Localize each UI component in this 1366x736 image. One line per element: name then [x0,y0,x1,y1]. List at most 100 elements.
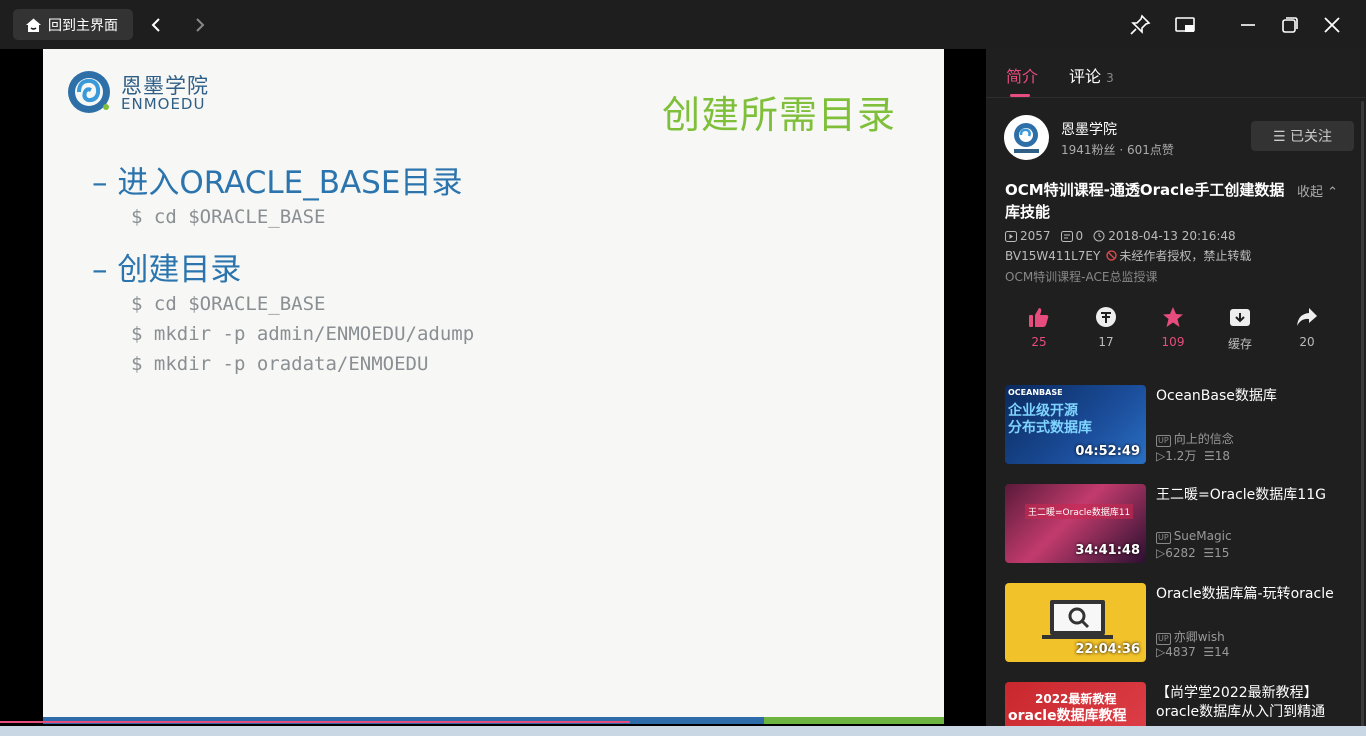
pin-icon [1130,14,1151,35]
rec-stats: ▷4837 ☰14 [1156,645,1230,659]
rec-danmaku: 14 [1214,645,1230,659]
danmaku-icon [1060,230,1073,242]
laptop-search-icon [1042,600,1113,639]
video-series[interactable]: OCM特训课程-ACE总监授课 [1005,268,1157,285]
video-thumbnail: OCEANBASE 企业级开源 分布式数据库 04:52:49 [1005,385,1146,464]
copyright-notice: 未经作者授权，禁止转载 [1106,247,1251,264]
download-icon [1230,309,1250,326]
duration: 22:04:36 [1075,642,1140,657]
thumb-brand: OCEANBASE [1008,388,1063,397]
home-icon [26,18,41,32]
like-count: 25 [1031,335,1047,349]
rec-title: Oracle数据库篇-玩转oracle [1156,586,1334,602]
date-stat: 2018-04-13 20:16:48 [1093,229,1236,243]
like-button[interactable]: 25 [1014,303,1064,349]
tab-comments-label: 评论 [1069,67,1102,86]
video-title: OCM特训课程-通透Oracle手工创建数据库技能 [1005,181,1285,221]
video-meta: 2057 0 2018-04-13 20:16:48 [1005,229,1246,243]
slide-code-line: $ cd $ORACLE_BASE [131,206,326,228]
collapse-label: 收起 [1297,185,1324,200]
video-meta-2: BV15W411L7EY 未经作者授权，禁止转载 [1005,247,1261,264]
play-count-icon [1005,230,1017,242]
views-count: 2057 [1020,229,1051,243]
slide-footer-bar [764,717,944,724]
app-window: 回到主界面 恩墨学院 ENMOEDU 创建所需目录 – 进入ORACLE_BAS… [0,0,1366,736]
minimize-button[interactable] [1235,12,1261,38]
info-panel: 简介 评论 3 恩墨学院 1941粉丝 · 601点赞 ☰ 已关注 OCM特训课… [986,49,1366,736]
rec-title: 王二暖=Oracle数据库11G [1156,487,1326,503]
logo-text-en: ENMOEDU [121,95,206,113]
rec-uploader: UP 亦卿wish [1156,628,1225,645]
back-button[interactable] [143,12,169,38]
enmoedu-logo: 恩墨学院 ENMOEDU [66,67,216,117]
rec-stats: ▷1.2万 ☰18 [1156,449,1230,463]
coin-button[interactable]: 17 [1081,303,1131,349]
copyright-text: 未经作者授权，禁止转载 [1119,249,1252,263]
maximize-button[interactable] [1277,12,1303,38]
tab-intro[interactable]: 简介 [1006,63,1038,87]
star-icon [1163,307,1183,327]
slide: 恩墨学院 ENMOEDU 创建所需目录 – 进入ORACLE_BASE目录 $ … [43,49,944,719]
uploader-name[interactable]: 恩墨学院 [1061,119,1117,139]
tab-comments[interactable]: 评论 3 [1069,63,1114,87]
rec-views: 4837 [1165,645,1196,659]
close-icon [1324,17,1340,33]
share-icon [1297,308,1317,326]
chevron-up-icon: ⌃ [1327,185,1339,200]
publish-date: 2018-04-13 20:16:48 [1108,229,1236,243]
forbidden-icon [1106,250,1117,261]
list-item[interactable]: 22:04:36 Oracle数据库篇-玩转oracle UP 亦卿wish ▷4… [1005,583,1355,663]
rec-uploader-name: 向上的信念 [1173,432,1234,446]
duration: 34:41:48 [1075,543,1140,558]
thumbs-up-icon [1029,308,1049,327]
list-item[interactable]: OCEANBASE 企业级开源 分布式数据库 04:52:49 OceanBas… [1005,385,1355,465]
avatar[interactable] [1004,115,1049,160]
rec-uploader-name: SueMagic [1173,529,1232,543]
divider [986,97,1366,98]
slide-bullet: – 创建目录 [92,252,242,288]
duration: 04:52:49 [1075,444,1140,459]
pin-button[interactable] [1127,12,1153,38]
scrollbar[interactable] [1361,101,1364,731]
slide-code-line: $ mkdir -p oradata/ENMOEDU [131,353,429,375]
progress-bar[interactable] [0,721,630,723]
thumb-text-2: oracle数据库教程 [1008,708,1127,724]
rec-stats: ▷6282 ☰15 [1156,546,1230,560]
danmaku-stat: 0 [1060,229,1083,243]
chevron-left-icon [151,18,160,32]
rec-uploader: UP 向上的信念 [1156,430,1234,447]
share-button[interactable]: 20 [1282,303,1332,349]
rec-danmaku: 18 [1214,449,1230,463]
restore-icon [1282,17,1298,33]
video-thumbnail: 王二暖=Oracle数据库11 34:41:48 [1005,484,1146,563]
slide-code-line: $ mkdir -p admin/ENMOEDU/adump [131,323,475,345]
favorite-button[interactable]: 109 [1148,303,1198,349]
home-button[interactable]: 回到主界面 [13,9,133,40]
rec-title: 【尚学堂2022最新教程】oracle数据库从入门到精通 [1156,685,1326,720]
rec-uploader: UP SueMagic [1156,529,1232,544]
follow-button[interactable]: ☰ 已关注 [1251,121,1354,151]
video-thumbnail: 22:04:36 [1005,583,1146,662]
thumb-text: 企业级开源 分布式数据库 [1008,403,1092,436]
share-count: 20 [1299,335,1315,349]
rec-danmaku: 15 [1214,546,1230,560]
collapse-button[interactable]: 收起 ⌃ [1297,181,1338,200]
minimize-icon [1241,24,1255,26]
chevron-right-icon [196,18,205,32]
home-label: 回到主界面 [48,17,118,34]
cache-label: 缓存 [1227,337,1252,351]
forward-button[interactable] [187,12,213,38]
favorite-count: 109 [1161,335,1185,349]
bvid[interactable]: BV15W411L7EY [1005,249,1100,263]
slide-title: 创建所需目录 [661,93,896,137]
rec-uploader-name: 亦卿wish [1173,630,1225,644]
up-badge-icon: UP [1156,532,1171,544]
close-button[interactable] [1319,12,1345,38]
list-item[interactable]: 王二暖=Oracle数据库11 34:41:48 王二暖=Oracle数据库11… [1005,484,1355,564]
cache-button[interactable]: 缓存 [1215,303,1265,352]
coin-icon [1096,307,1116,327]
thumb-text: 王二暖=Oracle数据库11 [1025,504,1134,519]
up-badge-icon: UP [1156,435,1171,447]
mini-player-button[interactable] [1172,12,1198,38]
video-player[interactable]: 恩墨学院 ENMOEDU 创建所需目录 – 进入ORACLE_BASE目录 $ … [0,49,986,736]
